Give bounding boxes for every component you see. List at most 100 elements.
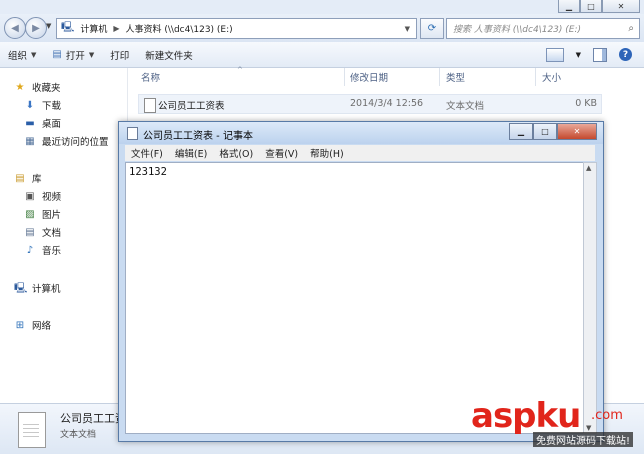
nav-videos[interactable]: ▣ 视频 [24,189,62,204]
chevron-down-icon: ▼ [31,50,37,59]
nav-label: 网络 [32,321,52,332]
minimize-button[interactable]: ▁ [558,0,580,13]
file-row[interactable]: 公司员工工资表 2014/3/4 12:56 文本文档 0 KB [138,94,602,114]
close-button[interactable]: ✕ [602,0,640,13]
nav-documents[interactable]: ▤ 文档 [24,225,61,240]
column-divider[interactable] [535,68,536,86]
search-input[interactable]: 搜索 人事资料 (\\dc4\123) (E:) ⌕ [446,18,640,39]
text-file-icon [18,412,46,448]
document-icon: ▤ [25,226,35,238]
nav-network[interactable]: ⊞ 网络 [14,318,52,333]
nav-label: 最近访问的位置 [42,137,109,148]
document-icon: ▤ [52,49,62,60]
notepad-menubar: 文件(F) 编辑(E) 格式(O) 查看(V) 帮助(H) [125,145,595,161]
change-view-icon[interactable] [545,47,564,62]
notepad-text-area[interactable]: 123132 [125,162,584,434]
details-file-name: 公司员工工资 [60,412,126,425]
watermark-slogan: 免费网站源码下载站! [533,432,634,447]
column-header-type[interactable]: 类型 [446,70,465,84]
navigation-pane: ★ 收藏夹 ⬇ 下载 ▬ 桌面 ▦ 最近访问的位置 ▤ 库 ▣ 视频 ▨ 图片 … [0,68,127,403]
nav-label: 视频 [42,192,62,203]
picture-icon: ▨ [25,208,35,220]
chevron-down-icon[interactable]: ▼ [405,25,410,33]
notepad-icon [127,127,138,140]
open-button[interactable]: ▤ 打开 ▼ [44,48,102,62]
nav-recent[interactable]: ▦ 最近访问的位置 [24,134,109,149]
notepad-content: 123132 [129,166,167,178]
file-name: 公司员工工资表 [158,101,225,112]
chevron-right-icon[interactable]: ▶ [113,24,119,33]
column-divider[interactable] [344,68,345,86]
menu-format[interactable]: 格式(O) [213,146,259,160]
notepad-window: 公司员工工资表 - 记事本 ▁ □ ✕ 文件(F) 编辑(E) 格式(O) 查看… [118,121,604,442]
refresh-button[interactable]: ⟳ [420,18,444,39]
nav-computer[interactable]: 🖳 计算机 [14,281,61,296]
notepad-close-button[interactable]: ✕ [557,123,597,140]
back-button[interactable]: ◀ [4,17,26,39]
command-bar: 组织 ▼ ▤ 打开 ▼ 打印 新建文件夹 ▼ ? [0,42,644,68]
address-bar[interactable]: 🖳 计算机 ▶ 人事资料 (\\dc4\123) (E:) ▼ [56,18,417,39]
nav-libraries[interactable]: ▤ 库 [14,171,42,186]
nav-label: 音乐 [42,246,62,257]
computer-icon: 🖳 [61,22,75,33]
notepad-minimize-button[interactable]: ▁ [509,123,533,140]
library-icon: ▤ [15,172,25,184]
view-controls: ▼ ? [545,47,644,62]
scroll-up-icon[interactable]: ▲ [586,164,591,172]
chevron-down-icon[interactable]: ▼ [576,51,581,59]
notepad-maximize-button[interactable]: □ [533,123,557,140]
star-icon: ★ [15,81,25,93]
file-modified: 2014/3/4 12:56 [350,98,424,109]
nav-favorites[interactable]: ★ 收藏夹 [14,80,61,95]
column-header-modified[interactable]: 修改日期 [350,70,388,84]
column-header-size[interactable]: 大小 [542,70,561,84]
search-icon[interactable]: ⌕ [628,23,634,34]
recent-places-icon: ▦ [25,135,35,147]
music-icon: ♪ [26,244,34,256]
nav-downloads[interactable]: ⬇ 下载 [24,98,62,113]
menu-view[interactable]: 查看(V) [259,146,304,160]
video-icon: ▣ [25,190,35,202]
new-folder-button[interactable]: 新建文件夹 [137,48,201,62]
maximize-button[interactable]: □ [580,0,602,13]
preview-pane-icon[interactable] [593,47,607,62]
menu-help[interactable]: 帮助(H) [304,146,350,160]
organize-label: 组织 [8,50,28,62]
menu-edit[interactable]: 编辑(E) [169,146,213,160]
forward-button[interactable]: ▶ [25,17,47,39]
file-size: 0 KB [575,98,597,109]
nav-label: 库 [32,174,42,185]
nav-label: 收藏夹 [32,83,61,94]
recent-pages-dropdown[interactable]: ▼ [46,22,51,30]
watermark-tld: .com [591,408,623,423]
nav-pictures[interactable]: ▨ 图片 [24,207,61,222]
text-file-icon [144,98,156,113]
organize-button[interactable]: 组织 ▼ [0,48,44,62]
network-icon: ⊞ [15,319,25,331]
explorer-titlebar: ▁ □ ✕ [0,0,644,14]
column-divider[interactable] [439,68,440,86]
window-controls: ▁ □ ✕ [558,0,640,13]
nav-music[interactable]: ♪ 音乐 [24,243,62,258]
address-row: ◀ ▶ ▼ 🖳 计算机 ▶ 人事资料 (\\dc4\123) (E:) ▼ ⟳ … [0,14,644,42]
address-crumb-drive[interactable]: 人事资料 (\\dc4\123) (E:) [126,22,233,35]
search-placeholder: 搜索 人事资料 (\\dc4\123) (E:) [453,25,582,35]
sort-ascending-icon: ^ [237,66,243,74]
new-folder-label: 新建文件夹 [145,50,193,62]
watermark-logo: aspku [471,396,581,436]
nav-label: 桌面 [42,119,62,130]
print-button[interactable]: 打印 [102,48,137,62]
nav-label: 下载 [42,101,62,112]
notepad-title: 公司员工工资表 - 记事本 [143,131,253,142]
menu-file[interactable]: 文件(F) [125,146,169,160]
nav-desktop[interactable]: ▬ 桌面 [24,116,62,131]
address-crumb-computer[interactable]: 计算机 [80,22,107,35]
notepad-titlebar[interactable]: 公司员工工资表 - 记事本 ▁ □ ✕ [119,122,603,144]
column-header-name[interactable]: 名称 [141,70,160,84]
help-icon[interactable]: ? [619,48,632,61]
watermark: aspku .com 免费网站源码下载站! [471,398,641,450]
computer-icon: 🖳 [14,282,28,294]
notepad-window-controls: ▁ □ ✕ [509,123,597,140]
download-folder-icon: ⬇ [25,99,35,111]
notepad-vertical-scrollbar[interactable]: ▲ ▼ [583,162,597,434]
